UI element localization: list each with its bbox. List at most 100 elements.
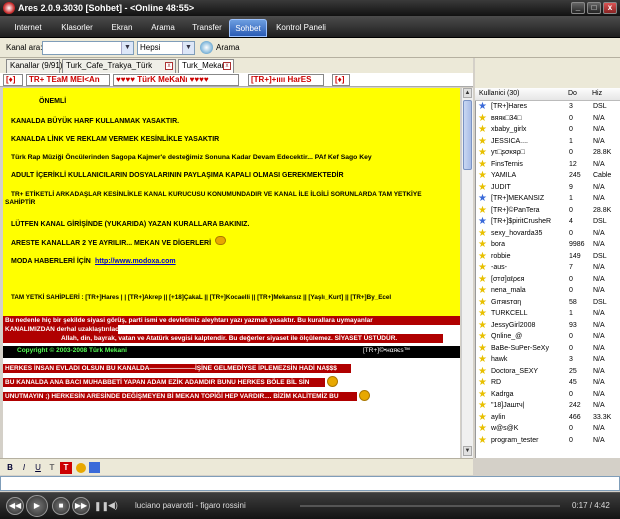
tab-klasorler[interactable]: Klasorler xyxy=(54,19,100,37)
channel-search-bar: Kanal ara: ▼ Hepsi ▼ Arama xyxy=(0,38,620,58)
user-row[interactable]: ★ w@s@K 0 N/A xyxy=(476,424,620,435)
user-row[interactable]: ★ [TR+]$piritCrusheR 4 DSL xyxy=(476,217,620,228)
background-color-icon[interactable]: T xyxy=(60,462,72,474)
user-name: hawk xyxy=(491,356,508,363)
copyright-text: Copyright © 2003-2008 Türk Mekani xyxy=(17,347,127,354)
emoticon-icon[interactable] xyxy=(76,463,86,473)
user-files: 0 xyxy=(569,126,573,133)
user-row[interactable]: ★ [TR+]©PanTera 0 28.8K xyxy=(476,205,620,217)
user-speed: N/A xyxy=(593,241,605,248)
user-star-icon: ★ xyxy=(478,216,487,227)
search-button[interactable]: Arama xyxy=(216,43,240,52)
seek-bar[interactable] xyxy=(300,505,560,507)
user-row[interactable]: ★ xbaby_girlx 0 N/A xyxy=(476,125,620,136)
bold-button[interactable]: B xyxy=(4,462,16,474)
user-row[interactable]: ★ TURKCELL 1 N/A xyxy=(476,309,620,320)
user-name: bora xyxy=(491,241,506,248)
user-files: 0 xyxy=(569,390,573,398)
close-icon[interactable]: x xyxy=(223,62,231,70)
user-column-header[interactable]: Kullanici (30) xyxy=(479,90,519,97)
user-row[interactable]: ★ aylin 466 33.3K xyxy=(476,412,620,424)
user-speed: N/A xyxy=(593,114,605,122)
scroll-down-icon[interactable]: ▼ xyxy=(463,446,472,456)
chat-scrollbar[interactable]: ▲ ▼ xyxy=(461,88,473,458)
tab-turk-cafe-trakya[interactable]: Turk_Cafe_Trakya_Türk x xyxy=(62,59,176,73)
maximize-button[interactable]: □ xyxy=(587,2,601,14)
tab-kontrol-paneli[interactable]: Kontrol Paneli xyxy=(270,19,332,37)
modoxa-link[interactable]: http://www.modoxa.com xyxy=(95,258,176,265)
close-button[interactable]: x xyxy=(603,2,617,14)
tab-internet[interactable]: Internet xyxy=(6,19,50,37)
channel-filter-select[interactable]: Hepsi ▼ xyxy=(137,41,195,55)
user-row[interactable]: ★ BaBe-SuPer-SeXy 0 N/A xyxy=(476,343,620,355)
user-files: 9986 xyxy=(569,241,585,248)
user-row[interactable]: ★ RD 45 N/A xyxy=(476,378,620,389)
user-row[interactable]: ★ JessyGirl2008 93 N/A xyxy=(476,320,620,332)
underline-button[interactable]: U xyxy=(32,462,44,474)
chat-log[interactable]: ÖNEMLİ KANALDA BÜYÜK HARF KULLANMAK YASA… xyxy=(3,88,460,458)
stop-button[interactable]: ■ xyxy=(52,497,70,515)
speed-column-header[interactable]: Hiz xyxy=(592,90,602,97)
copyright-bar: Copyright © 2003-2008 Türk Mekani [TR+]©… xyxy=(3,346,460,358)
user-files: 1 xyxy=(569,310,573,317)
user-row[interactable]: ★ [TR+]MEKANSIZ 1 N/A xyxy=(476,194,620,205)
user-star-icon: ★ xyxy=(478,377,487,388)
tab-channels[interactable]: Kanallar (9/91) xyxy=(6,59,62,73)
user-row[interactable]: ★ Doctora_SEXY 25 N/A xyxy=(476,366,620,378)
user-speed: N/A xyxy=(593,321,605,329)
tab-transfer[interactable]: Transfer xyxy=(185,19,229,37)
user-row[interactable]: ★ FinsTernis 12 N/A xyxy=(476,159,620,171)
tab-arama[interactable]: Arama xyxy=(144,19,182,37)
color-picker-icon[interactable] xyxy=(89,462,100,473)
channel-search-label: Kanal ara: xyxy=(6,43,43,52)
user-row[interactable]: ★ Gιтяιѕтαη 58 DSL xyxy=(476,297,620,309)
app-window: Ares 2.0.9.3030 [Sohbet] - <Online 48:55… xyxy=(0,0,620,519)
chevron-down-icon[interactable]: ▼ xyxy=(182,42,194,54)
user-row[interactable]: ★ "18]Jaшτч| 242 N/A xyxy=(476,401,620,412)
user-row[interactable]: ★ robbie 149 DSL xyxy=(476,251,620,263)
user-row[interactable]: ★ уτ□ʂσκяρ□ 0 28.8K xyxy=(476,148,620,159)
italic-button[interactable]: I xyxy=(18,462,30,474)
user-row[interactable]: ★ вяяк□34□ 0 N/A xyxy=(476,113,620,125)
user-row[interactable]: ★ Kadrga 0 N/A xyxy=(476,389,620,401)
user-row[interactable]: ★ JESSICA.... 1 N/A xyxy=(476,136,620,148)
user-row[interactable]: ★ JUDIT 9 N/A xyxy=(476,182,620,194)
user-list[interactable]: ★ [TR+]Hares 3 DSL ★ вяяк□34□ 0 N/A ★ xbaby_girlx… xyxy=(475,88,620,458)
channel-search-input[interactable]: ▼ xyxy=(42,41,134,55)
channel-topic-banner: [♦] TR+ TEaM MEI<An ♥♥♥♥ TürK MeKaNı ♥♥♥… xyxy=(0,73,473,87)
previous-button[interactable]: ◀◀ xyxy=(6,497,24,515)
user-row[interactable]: ★ -aus- 7 N/A xyxy=(476,263,620,274)
user-row[interactable]: ★ hawk 3 N/A xyxy=(476,355,620,366)
user-row[interactable]: ★ nena_mala 0 N/A xyxy=(476,286,620,297)
user-row[interactable]: ★ [TR+]Hares 3 DSL xyxy=(476,102,620,113)
user-speed: N/A xyxy=(593,195,605,202)
minimize-button[interactable]: _ xyxy=(571,2,585,14)
user-row[interactable]: ★ Qnline_@ 0 N/A xyxy=(476,332,620,343)
user-name: BaBe-SuPer-SeXy xyxy=(491,344,549,352)
user-files: 245 xyxy=(569,172,581,179)
files-column-header[interactable]: Do xyxy=(568,90,577,97)
play-button[interactable]: ▶ xyxy=(26,495,48,517)
scroll-thumb[interactable] xyxy=(463,100,472,170)
tab-ekran[interactable]: Ekran xyxy=(104,19,140,37)
user-star-icon: ★ xyxy=(478,273,487,285)
user-row[interactable]: ★ program_tester 0 N/A xyxy=(476,435,620,447)
user-speed: Cable xyxy=(593,172,612,179)
user-row[interactable]: ★ [σтσ]αℓρєя 0 N/A xyxy=(476,273,620,286)
next-button[interactable]: ▶▶ xyxy=(72,497,90,515)
scroll-up-icon[interactable]: ▲ xyxy=(463,88,472,98)
search-icon[interactable] xyxy=(200,41,213,54)
tab-turk-mekani[interactable]: Turk_Mekani x xyxy=(178,59,234,73)
user-row[interactable]: ★ bora 9986 N/A xyxy=(476,240,620,251)
chevron-down-icon[interactable]: ▼ xyxy=(121,42,133,54)
user-row[interactable]: ★ sexy_hovarda35 0 N/A xyxy=(476,228,620,240)
chat-message-input[interactable] xyxy=(0,476,620,491)
user-row[interactable]: ★ YAMILA 245 Cable xyxy=(476,171,620,182)
text-color-icon[interactable]: T xyxy=(46,462,58,474)
pause-icon[interactable]: ❚❚ xyxy=(94,501,109,512)
close-icon[interactable]: x xyxy=(165,62,173,70)
volume-icon[interactable]: ◀) xyxy=(108,500,118,511)
chat-line: TAM YETKİ SAHİPLERİ : [TR+]Hares | | [TR… xyxy=(11,294,392,301)
user-files: 0 xyxy=(569,275,573,283)
tab-sohbet[interactable]: Sohbet xyxy=(229,19,267,37)
